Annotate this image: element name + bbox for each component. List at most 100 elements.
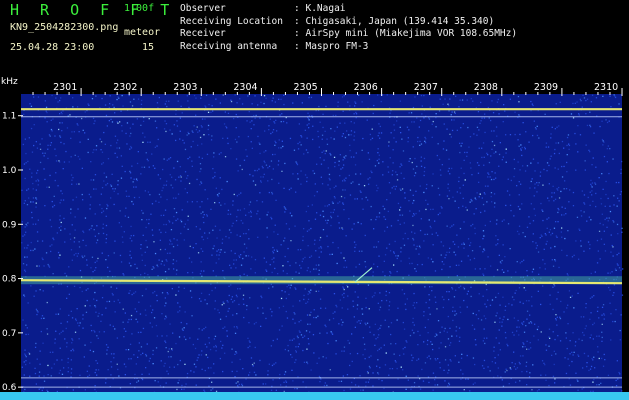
noise-pixel xyxy=(499,321,501,323)
noise-pixel xyxy=(282,145,284,148)
noise-pixel xyxy=(573,351,575,353)
noise-pixel xyxy=(175,294,177,296)
noise-pixel xyxy=(383,387,385,390)
noise-pixel xyxy=(615,379,617,382)
noise-pixel xyxy=(333,156,336,158)
noise-pixel xyxy=(87,151,89,154)
noise-pixel xyxy=(532,241,534,243)
noise-pixel xyxy=(308,123,310,125)
noise-pixel xyxy=(354,164,357,166)
noise-pixel xyxy=(589,204,591,206)
noise-pixel xyxy=(96,239,99,241)
noise-pixel xyxy=(214,175,216,178)
noise-pixel xyxy=(158,259,160,261)
noise-pixel xyxy=(365,266,367,268)
noise-pixel xyxy=(434,358,436,360)
noise-pixel xyxy=(446,225,448,227)
noise-pixel xyxy=(482,295,484,297)
noise-pixel xyxy=(79,269,82,272)
noise-pixel xyxy=(72,350,75,352)
noise-pixel xyxy=(60,229,62,231)
noise-pixel xyxy=(330,217,333,219)
noise-pixel xyxy=(291,356,293,358)
noise-pixel xyxy=(135,186,137,188)
noise-pixel xyxy=(177,100,179,102)
noise-pixel xyxy=(68,314,70,316)
noise-pixel xyxy=(603,314,606,316)
noise-pixel xyxy=(177,193,180,195)
noise-pixel xyxy=(609,272,611,274)
noise-pixel xyxy=(42,290,44,292)
noise-pixel xyxy=(600,238,603,240)
noise-pixel xyxy=(516,330,518,332)
noise-pixel xyxy=(523,343,525,345)
noise-pixel xyxy=(330,215,332,217)
noise-pixel xyxy=(169,129,171,131)
noise-pixel xyxy=(534,170,536,172)
noise-pixel xyxy=(67,361,69,364)
noise-pixel xyxy=(566,347,568,350)
noise-pixel xyxy=(26,327,28,329)
meta-row: Observer: K.Nagai xyxy=(180,3,346,14)
noise-pixel xyxy=(86,370,88,372)
noise-pixel xyxy=(310,289,312,291)
noise-pixel xyxy=(77,252,79,255)
noise-pixel xyxy=(294,313,296,315)
noise-pixel xyxy=(567,358,569,360)
noise-pixel xyxy=(602,304,605,306)
noise-pixel xyxy=(462,373,464,375)
noise-pixel xyxy=(497,98,499,101)
noise-pixel xyxy=(510,210,512,212)
noise-pixel xyxy=(66,297,68,299)
noise-pixel xyxy=(373,263,375,265)
noise-pixel xyxy=(253,323,256,325)
noise-pixel xyxy=(112,294,114,296)
noise-pixel xyxy=(212,168,214,170)
noise-pixel xyxy=(343,257,345,259)
noise-pixel xyxy=(489,370,491,372)
noise-pixel xyxy=(300,183,302,185)
noise-pixel xyxy=(557,189,559,191)
noise-pixel xyxy=(551,354,553,356)
noise-pixel xyxy=(300,144,302,146)
version: 1.00f xyxy=(124,3,155,14)
noise-pixel xyxy=(55,313,57,315)
noise-pixel xyxy=(583,250,585,252)
noise-pixel xyxy=(37,180,40,182)
noise-pixel xyxy=(191,271,194,274)
noise-pixel xyxy=(245,378,247,380)
noise-pixel xyxy=(513,365,515,368)
noise-pixel xyxy=(432,348,434,351)
noise-pixel xyxy=(38,375,40,377)
noise-pixel xyxy=(573,254,575,256)
noise-pixel xyxy=(486,152,488,154)
noise-pixel xyxy=(85,244,87,247)
noise-pixel xyxy=(72,348,74,350)
noise-pixel xyxy=(521,322,523,324)
noise-pixel xyxy=(39,289,41,291)
noise-pixel xyxy=(399,214,401,216)
noise-pixel xyxy=(236,195,238,197)
noise-pixel xyxy=(526,384,528,386)
noise-pixel xyxy=(362,137,364,140)
noise-pixel xyxy=(221,347,223,349)
noise-pixel xyxy=(86,264,88,266)
noise-pixel xyxy=(102,223,104,225)
noise-pixel xyxy=(412,357,414,359)
noise-pixel xyxy=(295,161,297,163)
noise-pixel xyxy=(382,161,384,163)
noise-pixel xyxy=(71,317,74,319)
noise-pixel xyxy=(46,111,48,114)
noise-pixel xyxy=(456,191,458,193)
noise-pixel xyxy=(69,114,71,116)
noise-pixel xyxy=(458,264,460,266)
noise-pixel xyxy=(418,126,420,128)
noise-pixel xyxy=(46,121,48,123)
noise-pixel xyxy=(66,285,69,288)
noise-pixel xyxy=(57,313,60,315)
noise-pixel xyxy=(32,249,34,252)
noise-pixel xyxy=(401,164,403,166)
noise-pixel xyxy=(129,254,131,256)
noise-pixel xyxy=(263,102,265,105)
noise-pixel xyxy=(112,104,114,106)
